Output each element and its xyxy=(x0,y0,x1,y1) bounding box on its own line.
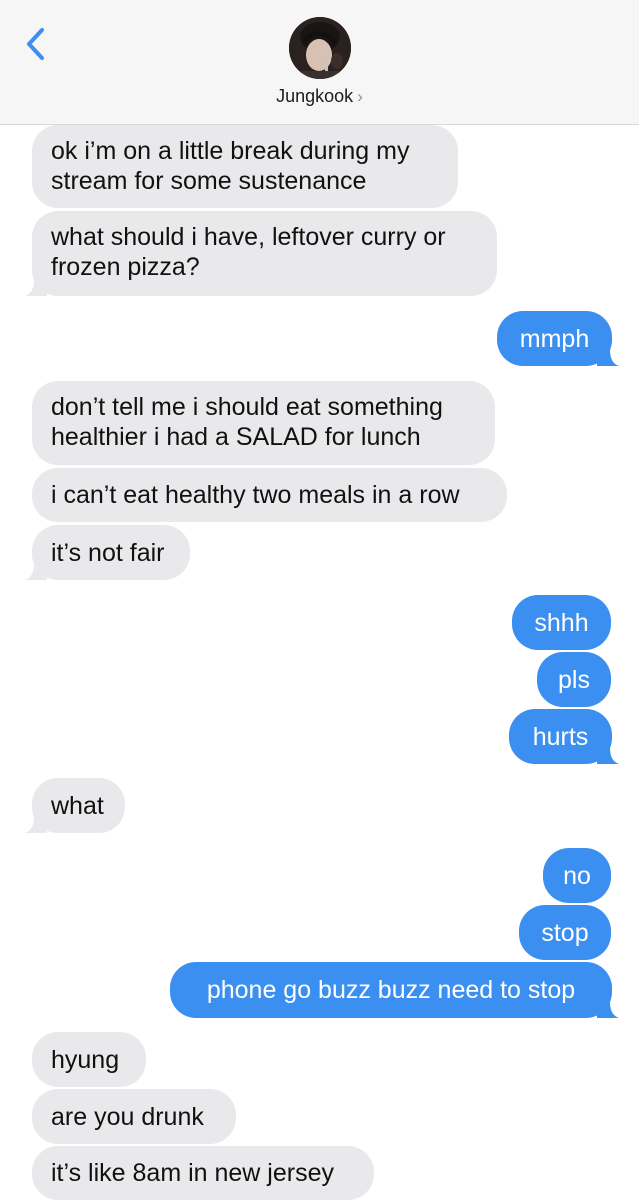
message-text: hurts xyxy=(532,722,589,751)
bubble-tail xyxy=(597,742,619,764)
message-text: ok i’m on a little break during my strea… xyxy=(51,137,410,195)
message-text: i can’t eat healthy two meals in a row xyxy=(51,481,460,509)
outgoing-message-bubble[interactable]: stop xyxy=(519,905,611,960)
message-text: it’s not fair xyxy=(51,538,165,567)
incoming-message-bubble[interactable]: what xyxy=(25,778,125,833)
outgoing-message-bubble[interactable]: shhh xyxy=(512,595,611,650)
message-text: hyung xyxy=(51,1045,120,1074)
incoming-message-bubble[interactable]: what should i have, leftover curry or fr… xyxy=(25,211,497,296)
message-text: pls xyxy=(558,665,590,694)
message-text: phone go buzz buzz need to stop xyxy=(206,976,576,1004)
outgoing-message-bubble[interactable]: no xyxy=(543,848,611,903)
incoming-message-bubble[interactable]: it’s like 8am in new jersey xyxy=(32,1146,374,1200)
avatar[interactable] xyxy=(289,17,351,79)
outgoing-message-bubble[interactable]: pls xyxy=(537,652,611,707)
contact-name-button[interactable]: Jungkook › xyxy=(0,86,639,107)
incoming-message-bubble[interactable]: hyung xyxy=(32,1032,146,1087)
incoming-message-bubble[interactable]: it’s not fair xyxy=(25,525,190,580)
incoming-message-bubble[interactable]: ok i’m on a little break during my strea… xyxy=(32,125,458,208)
outgoing-message-bubble[interactable]: mmph xyxy=(497,311,619,366)
message-text: mmph xyxy=(519,324,590,353)
bubble-tail xyxy=(25,558,47,580)
bubble-tail xyxy=(25,811,47,833)
message-text: what should i have, leftover curry or fr… xyxy=(51,223,446,281)
contact-name: Jungkook xyxy=(276,86,354,106)
avatar-photo xyxy=(289,17,351,79)
message-text: no xyxy=(563,861,591,890)
message-text: shhh xyxy=(534,608,589,637)
message-text: don’t tell me i should eat something hea… xyxy=(51,393,443,451)
bubble-tail xyxy=(597,344,619,366)
outgoing-message-bubble[interactable]: hurts xyxy=(509,709,619,764)
bubble-tail xyxy=(25,274,47,296)
bubble-tail xyxy=(597,996,619,1018)
back-button[interactable] xyxy=(20,24,54,64)
chevron-left-icon xyxy=(27,28,44,60)
message-text: what xyxy=(51,791,104,820)
message-text: stop xyxy=(541,918,589,947)
incoming-message-bubble[interactable]: don’t tell me i should eat something hea… xyxy=(32,381,495,465)
incoming-message-bubble[interactable]: i can’t eat healthy two meals in a row xyxy=(32,468,507,522)
chevron-right-icon: › xyxy=(357,87,363,106)
message-text: are you drunk xyxy=(51,1102,204,1131)
conversation-header: Jungkook › xyxy=(0,0,639,125)
message-text: it’s like 8am in new jersey xyxy=(51,1159,334,1187)
incoming-message-bubble[interactable]: are you drunk xyxy=(32,1089,236,1144)
outgoing-message-bubble[interactable]: phone go buzz buzz need to stop xyxy=(170,962,619,1018)
